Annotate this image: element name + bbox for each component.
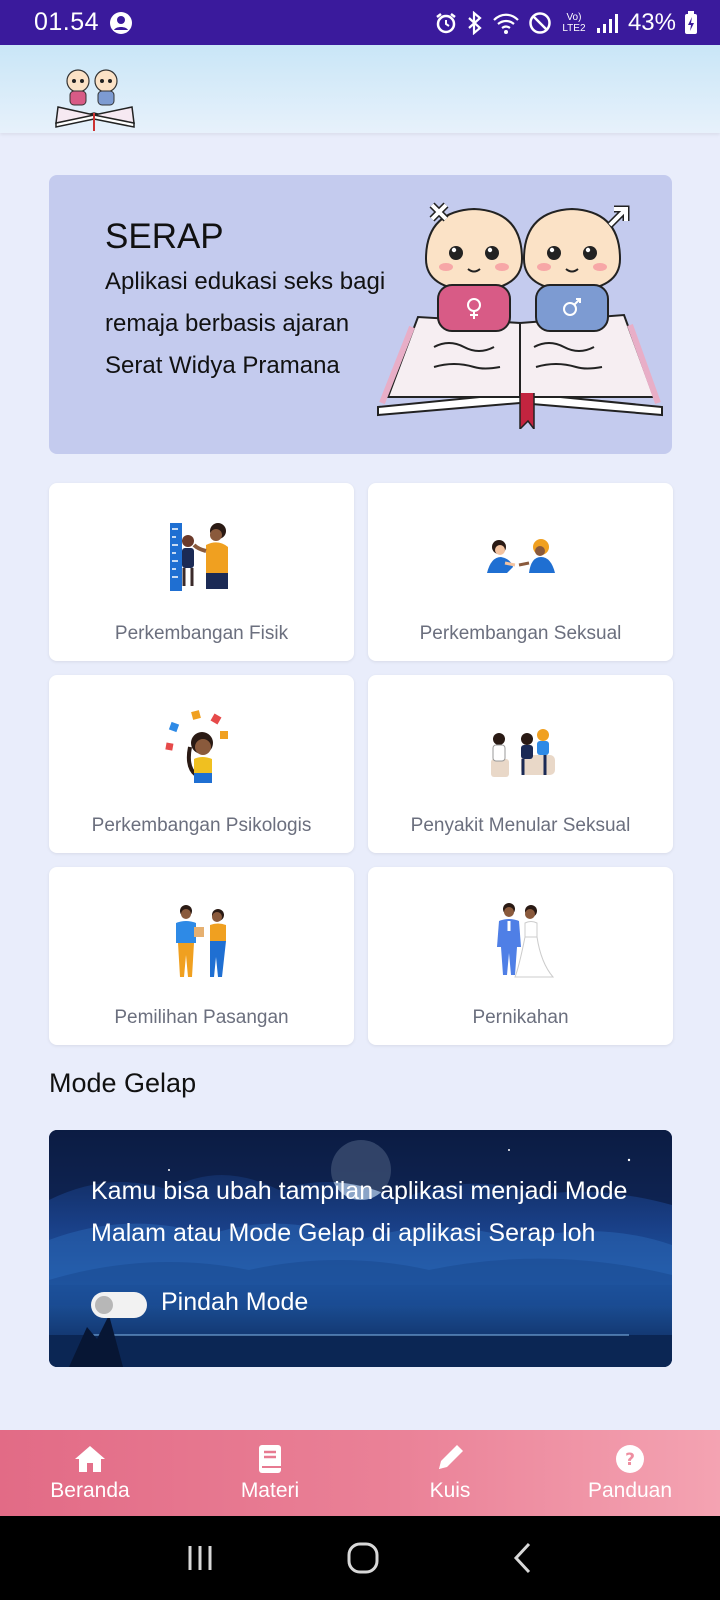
help-icon: ? bbox=[616, 1445, 644, 1473]
dark-mode-section-title: Mode Gelap bbox=[49, 1068, 197, 1098]
topic-card-partner[interactable]: Pemilihan Pasangan bbox=[49, 867, 354, 1045]
dark-mode-toggle-label: Pindah Mode bbox=[161, 1288, 309, 1316]
topic-label: Penyakit Menular Seksual bbox=[410, 815, 631, 836]
nav-beranda[interactable]: Beranda bbox=[0, 1430, 180, 1516]
topic-card-marriage[interactable]: Pernikahan bbox=[368, 867, 673, 1045]
hero-banner: SERAP Aplikasi edukasi seks bagi remaja … bbox=[49, 175, 672, 454]
nav-label: Panduan bbox=[587, 1479, 673, 1502]
status-bar: 01.54 Vo) LTE2 43% bbox=[0, 0, 720, 45]
alarm-icon bbox=[436, 12, 456, 33]
dark-mode-description: Kamu bisa ubah tampilan aplikasi menjadi… bbox=[91, 1177, 628, 1247]
home-icon bbox=[75, 1446, 105, 1472]
bottom-navigation: Beranda Materi Kuis ? Panduan bbox=[0, 1430, 720, 1516]
system-navigation-bar bbox=[0, 1516, 720, 1600]
status-right: Vo) LTE2 43% bbox=[434, 9, 698, 37]
wifi-icon bbox=[493, 13, 519, 34]
app-title: SERAP bbox=[105, 217, 224, 256]
topic-card-psychological[interactable]: Perkembangan Psikologis bbox=[49, 675, 354, 853]
recent-apps-icon[interactable] bbox=[185, 1543, 215, 1573]
nav-label: Kuis bbox=[429, 1479, 471, 1502]
nav-panduan[interactable]: ? Panduan bbox=[540, 1430, 720, 1516]
topic-label: Pernikahan bbox=[472, 1007, 569, 1028]
app-tagline: Aplikasi edukasi seks bagi remaja berbas… bbox=[105, 268, 386, 379]
network-type-label: Vo) LTE2 bbox=[562, 11, 586, 34]
status-time: 01.54 bbox=[34, 8, 100, 36]
status-left: 01.54 bbox=[34, 8, 133, 37]
book-icon bbox=[259, 1445, 281, 1473]
topic-label: Perkembangan Seksual bbox=[419, 623, 622, 644]
dark-mode-toggle[interactable] bbox=[91, 1292, 147, 1318]
bluetooth-icon bbox=[468, 10, 482, 35]
wedding-illustration bbox=[496, 903, 554, 978]
do-not-disturb-icon bbox=[529, 11, 551, 34]
home-button-icon[interactable] bbox=[346, 1541, 380, 1575]
partner-choice-illustration bbox=[175, 905, 226, 977]
psychological-development-illustration bbox=[164, 710, 228, 783]
topic-label: Perkembangan Fisik bbox=[114, 623, 289, 644]
topic-label: Pemilihan Pasangan bbox=[114, 1007, 289, 1028]
sexual-development-illustration bbox=[486, 539, 555, 573]
nav-label: Beranda bbox=[50, 1479, 130, 1502]
topic-label: Perkembangan Psikologis bbox=[91, 815, 312, 836]
mascot-book-illustration bbox=[377, 202, 663, 429]
nav-label: Materi bbox=[240, 1479, 300, 1502]
signal-icon bbox=[596, 13, 618, 33]
app-header bbox=[0, 45, 720, 133]
dark-mode-card: Kamu bisa ubah tampilan aplikasi menjadi… bbox=[49, 1130, 672, 1367]
std-consultation-illustration bbox=[490, 729, 555, 777]
account-icon bbox=[110, 11, 133, 34]
battery-percentage: 43% bbox=[627, 8, 676, 36]
topic-card-std[interactable]: Penyakit Menular Seksual bbox=[368, 675, 673, 853]
back-icon[interactable] bbox=[511, 1541, 535, 1575]
topic-grid: Perkembangan Fisik Perkembangan Seksual … bbox=[49, 483, 673, 1045]
topic-card-sexual[interactable]: Perkembangan Seksual bbox=[368, 483, 673, 661]
battery-charging-icon bbox=[685, 10, 697, 34]
pencil-icon bbox=[439, 1445, 463, 1469]
nav-materi[interactable]: Materi bbox=[180, 1430, 360, 1516]
toggle-knob bbox=[95, 1296, 113, 1314]
topic-card-physical[interactable]: Perkembangan Fisik bbox=[49, 483, 354, 661]
nav-kuis[interactable]: Kuis bbox=[360, 1430, 540, 1516]
physical-growth-illustration bbox=[169, 523, 228, 591]
svg-text:?: ? bbox=[625, 1450, 635, 1470]
serap-logo-icon bbox=[55, 69, 135, 131]
